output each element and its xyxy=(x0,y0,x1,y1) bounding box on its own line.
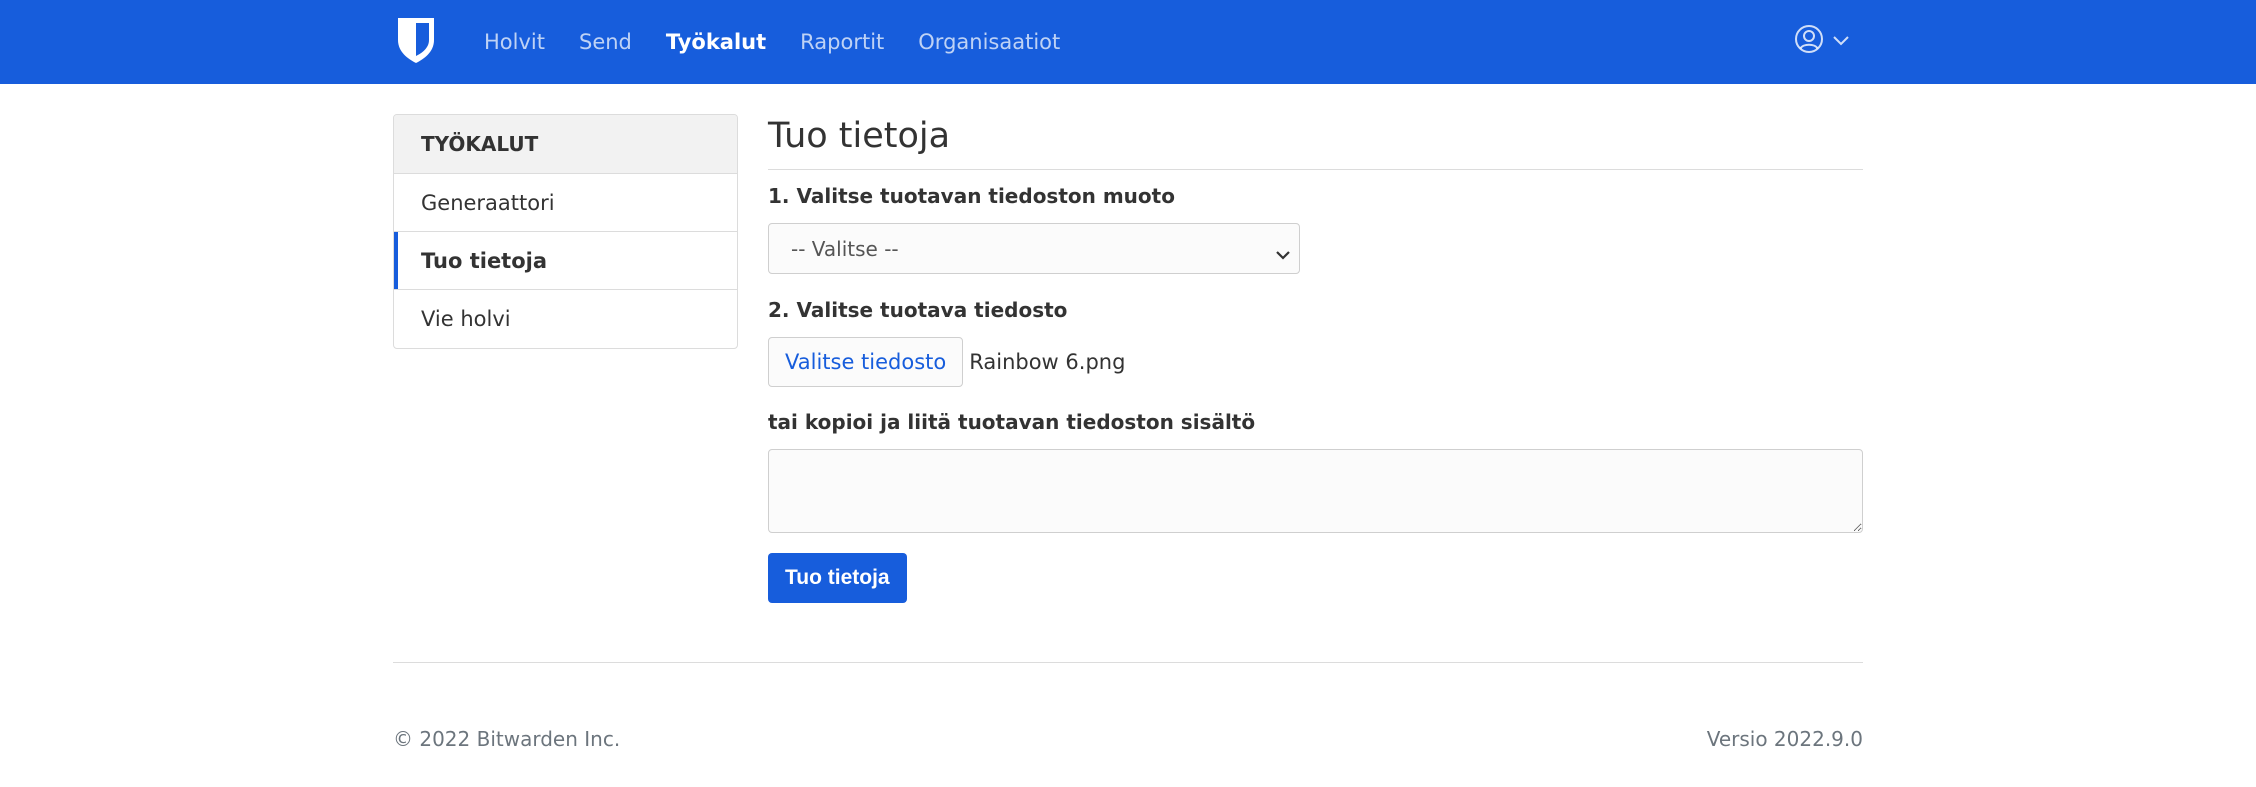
footer-copyright: © 2022 Bitwarden Inc. xyxy=(393,727,621,751)
tools-sidebar: TYÖKALUT Generaattori Tuo tietoja Vie ho… xyxy=(393,114,738,349)
import-submit-button[interactable]: Tuo tietoja xyxy=(768,553,907,603)
footer-version: Versio 2022.9.0 xyxy=(1706,727,1863,751)
footer-divider xyxy=(393,662,1863,663)
chevron-down-icon xyxy=(1275,242,1291,266)
sidebar-item-label: Generaattori xyxy=(421,190,555,215)
selected-file-name: Rainbow 6.png xyxy=(969,350,1126,374)
file-label: 2. Valitse tuotava tiedosto xyxy=(768,298,1068,322)
sidebar-item-label: Tuo tietoja xyxy=(421,248,548,273)
choose-file-button[interactable]: Valitse tiedosto xyxy=(768,337,964,387)
nav-link-raportit[interactable]: Raportit xyxy=(800,30,884,54)
paste-label: tai kopioi ja liitä tuotavan tiedoston s… xyxy=(768,410,1256,434)
shield-icon xyxy=(396,16,436,68)
format-select[interactable]: -- Valitse -- xyxy=(768,223,1300,274)
bitwarden-logo[interactable] xyxy=(396,17,442,67)
sidebar-item-tuo-tietoja[interactable]: Tuo tietoja xyxy=(394,232,737,290)
nav-link-holvit[interactable]: Holvit xyxy=(484,30,545,54)
nav-link-send[interactable]: Send xyxy=(579,30,632,54)
file-picker: Valitse tiedosto Rainbow 6.png xyxy=(768,337,1125,387)
navbar-inner: Holvit Send Työkalut Raportit Organisaat… xyxy=(393,0,1863,84)
account-menu-button[interactable] xyxy=(1794,24,1850,58)
main-nav: Holvit Send Työkalut Raportit Organisaat… xyxy=(484,30,1094,54)
top-navbar: Holvit Send Työkalut Raportit Organisaat… xyxy=(0,0,2256,84)
nav-link-tyokalut[interactable]: Työkalut xyxy=(666,30,766,54)
format-label: 1. Valitse tuotavan tiedoston muoto xyxy=(768,184,1175,208)
sidebar-item-label: Vie holvi xyxy=(421,307,511,331)
format-select-value: -- Valitse -- xyxy=(791,236,899,261)
import-main: Tuo tietoja 1. Valitse tuotavan tiedosto… xyxy=(768,114,1863,603)
sidebar-item-vie-holvi[interactable]: Vie holvi xyxy=(394,290,737,348)
sidebar-item-generaattori[interactable]: Generaattori xyxy=(394,174,737,232)
caret-down-icon xyxy=(1832,32,1850,51)
page-title: Tuo tietoja xyxy=(768,114,1863,170)
user-circle-icon xyxy=(1794,24,1824,58)
sidebar-title: TYÖKALUT xyxy=(394,115,737,174)
paste-content-textarea[interactable] xyxy=(768,449,1863,533)
nav-link-organisaatiot[interactable]: Organisaatiot xyxy=(918,30,1060,54)
